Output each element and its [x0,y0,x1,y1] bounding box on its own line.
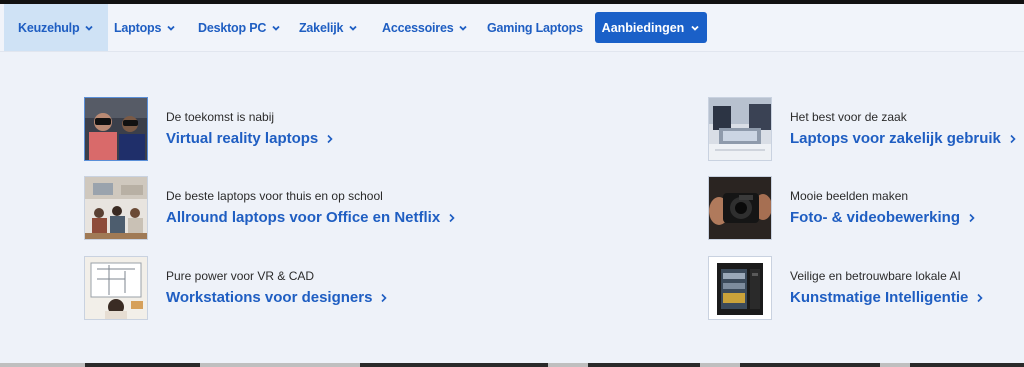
menu-card-link[interactable]: Virtual reality laptops [166,130,334,148]
vr-thumbnail-image [84,97,148,161]
chevron-down-icon [271,23,281,33]
nav-item-gaming-laptops[interactable]: Gaming Laptops [487,4,583,51]
menu-card-link[interactable]: Workstations voor designers [166,289,388,307]
menu-card-title: Workstations voor designers [166,289,373,306]
page-content-below-menu [0,363,1024,367]
chevron-right-icon [976,293,984,303]
classroom-thumbnail-image [84,176,148,240]
nav-item-label: Zakelijk [299,20,344,35]
background-content-fragment [548,363,588,367]
chevron-down-icon [166,23,176,33]
background-content-fragment [200,363,360,367]
chevron-right-icon [448,213,456,223]
menu-card-title: Virtual reality laptops [166,130,319,147]
blueprint-thumbnail-image [84,256,148,320]
menu-card-subtitle: Het best voor de zaak [790,110,907,124]
nav-item-zakelijk[interactable]: Zakelijk [299,4,358,51]
menu-card-title: Laptops voor zakelijk gebruik [790,130,1001,147]
business-thumbnail-image [708,97,772,161]
chevron-down-icon [458,23,468,33]
chevron-right-icon [380,293,388,303]
nav-item-label: Gaming Laptops [487,20,583,35]
nav-item-accessoires[interactable]: Accessoires [382,4,468,51]
background-content-fragment [880,363,910,367]
camera-thumbnail-image [708,176,772,240]
chevron-down-icon [348,23,358,33]
chevron-down-icon [690,23,700,33]
menu-card-zakelijk-gebruik[interactable]: Het best voor de zaak Laptops voor zakel… [708,97,1017,161]
menu-card-title: Kunstmatige Intelligentie [790,289,969,306]
menu-card-title: Foto- & videobewerking [790,209,961,226]
menu-card-link[interactable]: Foto- & videobewerking [790,209,976,227]
menu-card-allround-laptops[interactable]: De beste laptops voor thuis en op school… [84,176,456,240]
nav-item-laptops[interactable]: Laptops [114,4,176,51]
menu-card-foto-video[interactable]: Mooie beelden maken Foto- & videobewerki… [708,176,976,240]
menu-card-title: Allround laptops voor Office en Netflix [166,209,441,226]
chevron-right-icon [326,134,334,144]
chevron-right-icon [968,213,976,223]
menu-card-subtitle: De beste laptops voor thuis en op school [166,189,383,203]
keuzehulp-mega-menu: De toekomst is nabij Virtual reality lap… [0,52,1024,363]
menu-card-kunstmatige-intelligentie[interactable]: Veilige en betrouwbare lokale AI Kunstma… [708,256,984,320]
menu-card-link[interactable]: Kunstmatige Intelligentie [790,289,984,307]
menu-card-subtitle: Pure power voor VR & CAD [166,269,315,283]
nav-item-keuzehulp[interactable]: Keuzehulp [4,4,109,51]
menu-card-workstations[interactable]: Pure power voor VR & CAD Workstations vo… [84,256,388,320]
background-content-fragment [0,363,85,367]
chevron-down-icon [84,23,94,33]
menu-card-link[interactable]: Laptops voor zakelijk gebruik [790,130,1017,148]
nav-item-label: Keuzehulp [18,20,80,35]
menu-card-link[interactable]: Allround laptops voor Office en Netflix [166,209,456,227]
aanbiedingen-button[interactable]: Aanbiedingen [595,12,707,43]
menu-card-subtitle: Veilige en betrouwbare lokale AI [790,269,961,283]
menu-card-subtitle: Mooie beelden maken [790,189,909,203]
nav-item-desktop-pc[interactable]: Desktop PC [198,4,281,51]
chevron-right-icon [1009,134,1017,144]
menu-card-subtitle: De toekomst is nabij [166,110,275,124]
nav-item-label: Laptops [114,20,162,35]
menu-card-virtual-reality[interactable]: De toekomst is nabij Virtual reality lap… [84,97,334,161]
main-navigation: Keuzehulp Laptops Desktop PC Zakelijk Ac… [0,4,1024,52]
nav-item-label: Desktop PC [198,20,267,35]
server-pc-thumbnail-image [708,256,772,320]
background-content-fragment [700,363,740,367]
nav-item-label: Accessoires [382,20,454,35]
aanbiedingen-label: Aanbiedingen [601,20,685,35]
